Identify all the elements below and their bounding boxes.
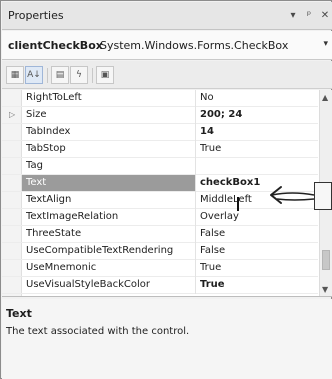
property-row-righttoleft[interactable]: RightToLeft No: [2, 90, 318, 107]
property-row-threestate[interactable]: ThreeState False: [2, 226, 318, 243]
annotation-box: [314, 182, 332, 210]
property-value[interactable]: 200; 24: [200, 109, 316, 120]
column-divider: [195, 158, 196, 175]
text-cursor-icon: [237, 197, 239, 211]
column-divider: [195, 209, 196, 226]
selected-object-name: clientCheckBox: [8, 39, 103, 52]
column-divider: [195, 141, 196, 158]
column-divider: [195, 175, 196, 192]
property-value[interactable]: False: [200, 228, 316, 239]
description-text: The text associated with the control.: [6, 326, 190, 337]
property-row-size[interactable]: ▷ Size 200; 24: [2, 107, 318, 124]
property-name: Size: [26, 109, 47, 120]
properties-toolbar: ▦ A↓ ▤ ϟ ▣: [2, 61, 332, 89]
property-value[interactable]: True: [200, 279, 316, 290]
column-divider: [195, 277, 196, 294]
property-value[interactable]: 14: [200, 126, 316, 137]
column-divider: [195, 124, 196, 141]
property-row-tabindex[interactable]: TabIndex 14: [2, 124, 318, 141]
property-row-tabstop[interactable]: TabStop True: [2, 141, 318, 158]
property-name: ThreeState: [26, 228, 82, 239]
property-name: UseCompatibleTextRendering: [26, 245, 174, 256]
property-row-tag[interactable]: Tag: [2, 158, 318, 175]
events-icon[interactable]: ϟ: [70, 66, 88, 84]
description-title: Text: [6, 307, 32, 320]
property-name: TextImageRelation: [26, 211, 119, 222]
expand-arrow-icon[interactable]: ▷: [9, 110, 15, 119]
object-selector[interactable]: clientCheckBox System.Windows.Forms.Chec…: [2, 31, 332, 60]
column-divider: [195, 243, 196, 260]
column-divider: [195, 260, 196, 277]
property-row-usevisualstylebackcolor[interactable]: UseVisualStyleBackColor True: [2, 277, 318, 294]
property-value[interactable]: True: [200, 262, 316, 273]
description-pane: Text The text associated with the contro…: [2, 299, 332, 379]
property-name: UseMnemonic: [26, 262, 97, 273]
property-name: TabStop: [26, 143, 66, 154]
property-value[interactable]: No: [200, 92, 316, 103]
column-divider: [195, 107, 196, 124]
property-name: RightToLeft: [26, 92, 82, 103]
scrollbar-thumb[interactable]: [322, 250, 330, 270]
property-pages-icon[interactable]: ▣: [96, 66, 114, 84]
toolbar-separator: [47, 68, 48, 83]
scroll-down-icon[interactable]: ▼: [322, 285, 328, 294]
alphabetical-sort-icon[interactable]: A↓: [25, 66, 43, 84]
column-divider: [195, 226, 196, 243]
window-position-dropdown-icon[interactable]: ▾: [287, 9, 299, 23]
property-name: Text: [22, 175, 195, 191]
chevron-down-icon[interactable]: ▾: [323, 39, 328, 49]
selected-object-type: System.Windows.Forms.CheckBox: [100, 39, 289, 52]
window-title: Properties: [8, 9, 64, 22]
scroll-up-icon[interactable]: ▲: [322, 93, 328, 102]
property-value[interactable]: False: [200, 245, 316, 256]
title-bar: Properties ▾ ᵖ ✕: [2, 2, 332, 30]
pin-icon[interactable]: ᵖ: [303, 9, 315, 23]
categorized-icon[interactable]: ▦: [6, 66, 24, 84]
property-row-usemnemonic[interactable]: UseMnemonic True: [2, 260, 318, 277]
toolbar-separator: [92, 68, 93, 83]
column-divider: [195, 192, 196, 209]
property-name: TabIndex: [26, 126, 71, 137]
property-row-usecompatibletextrendering[interactable]: UseCompatibleTextRendering False: [2, 243, 318, 260]
property-name: TextAlign: [26, 194, 72, 205]
property-name: UseVisualStyleBackColor: [26, 279, 151, 290]
close-icon[interactable]: ✕: [319, 9, 331, 23]
property-name: Tag: [26, 160, 43, 171]
column-divider: [195, 90, 196, 107]
properties-icon[interactable]: ▤: [51, 66, 69, 84]
property-value[interactable]: True: [200, 143, 316, 154]
